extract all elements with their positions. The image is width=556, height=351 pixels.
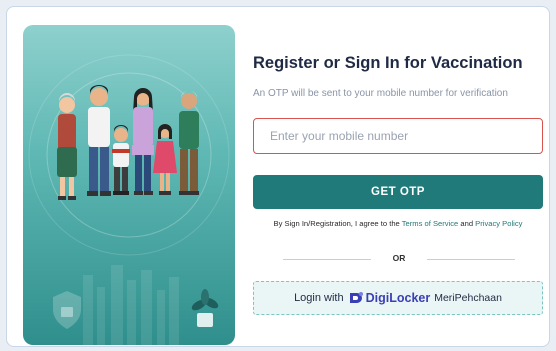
- form-subtitle: An OTP will be sent to your mobile numbe…: [253, 88, 508, 99]
- shield-icon: [53, 291, 81, 329]
- privacy-policy-link[interactable]: Privacy Policy: [475, 219, 522, 228]
- login-card: Register or Sign In for Vaccination An O…: [6, 6, 550, 347]
- or-divider: OR: [283, 253, 515, 265]
- mobile-number-input[interactable]: [253, 118, 543, 154]
- illustration-panel: [23, 25, 235, 345]
- plant-icon: [191, 289, 219, 327]
- family-illustration: [28, 54, 230, 345]
- digilocker-login-button[interactable]: Login with DigiLocker MeriPehchaan: [253, 281, 543, 315]
- or-label: OR: [392, 253, 406, 263]
- terms-of-service-link[interactable]: Terms of Service: [402, 219, 459, 228]
- get-otp-button[interactable]: GET OTP: [253, 175, 543, 209]
- form-title: Register or Sign In for Vaccination: [253, 54, 523, 72]
- digilocker-logo-icon: [348, 290, 364, 306]
- login-form: Register or Sign In for Vaccination An O…: [253, 7, 543, 346]
- divider-line-right: [427, 259, 515, 260]
- meripehchaan-label: MeriPehchaan: [434, 292, 502, 304]
- login-with-label: Login with: [294, 292, 344, 304]
- terms-agreement-text: By Sign In/Registration, I agree to the …: [273, 219, 523, 228]
- digilocker-brand: DigiLocker: [365, 291, 431, 305]
